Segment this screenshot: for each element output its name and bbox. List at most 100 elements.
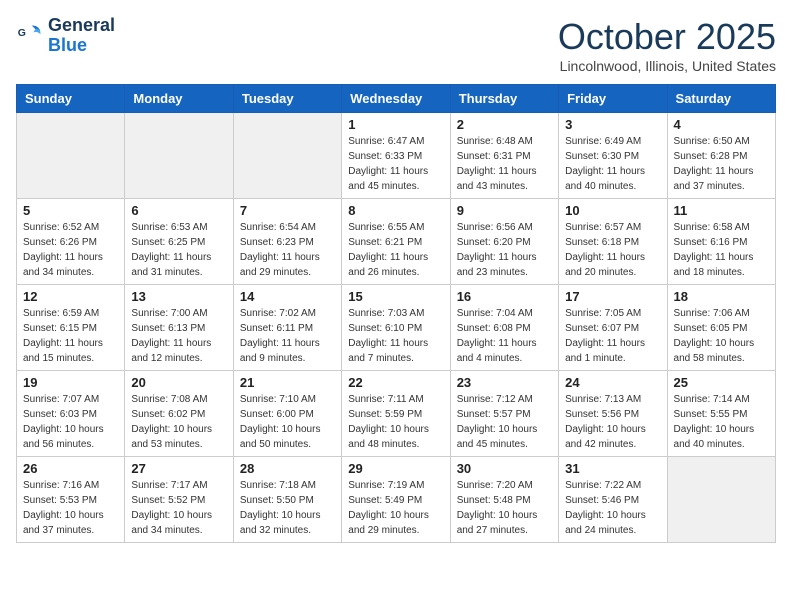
weekday-header: Saturday — [667, 85, 775, 113]
page-header: G General Blue October 2025 Lincolnwood,… — [16, 16, 776, 74]
calendar-cell: 11Sunrise: 6:58 AM Sunset: 6:16 PM Dayli… — [667, 199, 775, 285]
day-number: 22 — [348, 375, 443, 390]
calendar-week-row: 1Sunrise: 6:47 AM Sunset: 6:33 PM Daylig… — [17, 113, 776, 199]
calendar-cell: 1Sunrise: 6:47 AM Sunset: 6:33 PM Daylig… — [342, 113, 450, 199]
day-number: 7 — [240, 203, 335, 218]
weekday-header: Monday — [125, 85, 233, 113]
calendar-cell: 18 Sunrise: 7:06 AM Sunset: 6:05 PM Dayli… — [667, 285, 775, 371]
calendar-cell: 5Sunrise: 6:52 AM Sunset: 6:26 PM Daylig… — [17, 199, 125, 285]
calendar-cell: 30Sunrise: 7:20 AM Sunset: 5:48 PM Dayli… — [450, 457, 558, 543]
title-block: October 2025 Lincolnwood, Illinois, Unit… — [558, 16, 776, 74]
day-info: Sunrise: 7:18 AM Sunset: 5:50 PM Dayligh… — [240, 478, 335, 538]
calendar-week-row: 12Sunrise: 6:59 AM Sunset: 6:15 PM Dayli… — [17, 285, 776, 371]
calendar-cell: 15 Sunrise: 7:03 AM Sunset: 6:10 PM Dayli… — [342, 285, 450, 371]
day-number: 30 — [457, 461, 552, 476]
day-info: Sunrise: 7:07 AM Sunset: 6:03 PM Dayligh… — [23, 392, 118, 452]
day-number: 24 — [565, 375, 660, 390]
calendar-cell: 13 Sunrise: 7:00 AM Sunset: 6:13 PM Dayli… — [125, 285, 233, 371]
calendar-cell: 14 Sunrise: 7:02 AM Sunset: 6:11 PM Dayli… — [233, 285, 341, 371]
day-number: 23 — [457, 375, 552, 390]
month-title: October 2025 — [558, 16, 776, 58]
day-info: Sunrise: 6:53 AM Sunset: 6:25 PM Dayligh… — [131, 220, 226, 280]
day-info: Sunrise: 7:16 AM Sunset: 5:53 PM Dayligh… — [23, 478, 118, 538]
calendar-cell: 16 Sunrise: 7:04 AM Sunset: 6:08 PM Dayli… — [450, 285, 558, 371]
calendar-cell: 22 Sunrise: 7:11 AM Sunset: 5:59 PM Dayli… — [342, 371, 450, 457]
day-info: Sunrise: 7:05 AM Sunset: 6:07 PM Dayligh… — [565, 306, 660, 366]
day-info: Sunrise: 7:22 AM Sunset: 5:46 PM Dayligh… — [565, 478, 660, 538]
calendar-cell: 29 Sunrise: 7:19 AM Sunset: 5:49 PM Dayli… — [342, 457, 450, 543]
calendar-cell: 7 Sunrise: 6:54 AM Sunset: 6:23 PM Daylig… — [233, 199, 341, 285]
day-number: 1 — [348, 117, 443, 132]
weekday-header: Friday — [559, 85, 667, 113]
calendar-cell: 28Sunrise: 7:18 AM Sunset: 5:50 PM Dayli… — [233, 457, 341, 543]
calendar-week-row: 19 Sunrise: 7:07 AM Sunset: 6:03 PM Dayli… — [17, 371, 776, 457]
day-number: 20 — [131, 375, 226, 390]
day-info: Sunrise: 7:11 AM Sunset: 5:59 PM Dayligh… — [348, 392, 443, 452]
calendar-table: SundayMondayTuesdayWednesdayThursdayFrid… — [16, 84, 776, 543]
day-number: 25 — [674, 375, 769, 390]
day-number: 11 — [674, 203, 769, 218]
calendar-cell: 6 Sunrise: 6:53 AM Sunset: 6:25 PM Daylig… — [125, 199, 233, 285]
day-number: 3 — [565, 117, 660, 132]
calendar-cell: 26 Sunrise: 7:16 AM Sunset: 5:53 PM Dayli… — [17, 457, 125, 543]
day-number: 6 — [131, 203, 226, 218]
calendar-cell: 19 Sunrise: 7:07 AM Sunset: 6:03 PM Dayli… — [17, 371, 125, 457]
calendar-cell: 3Sunrise: 6:49 AM Sunset: 6:30 PM Daylig… — [559, 113, 667, 199]
calendar-cell: 24Sunrise: 7:13 AM Sunset: 5:56 PM Dayli… — [559, 371, 667, 457]
calendar-cell: 31 Sunrise: 7:22 AM Sunset: 5:46 PM Dayli… — [559, 457, 667, 543]
day-number: 19 — [23, 375, 118, 390]
day-number: 8 — [348, 203, 443, 218]
day-number: 29 — [348, 461, 443, 476]
calendar-cell — [17, 113, 125, 199]
day-number: 2 — [457, 117, 552, 132]
day-info: Sunrise: 7:10 AM Sunset: 6:00 PM Dayligh… — [240, 392, 335, 452]
calendar-cell: 17 Sunrise: 7:05 AM Sunset: 6:07 PM Dayli… — [559, 285, 667, 371]
logo: G General Blue — [16, 16, 115, 56]
weekday-header: Wednesday — [342, 85, 450, 113]
day-info: Sunrise: 7:04 AM Sunset: 6:08 PM Dayligh… — [457, 306, 552, 366]
calendar-cell: 20 Sunrise: 7:08 AM Sunset: 6:02 PM Dayli… — [125, 371, 233, 457]
day-number: 10 — [565, 203, 660, 218]
location: Lincolnwood, Illinois, United States — [558, 58, 776, 74]
calendar-cell: 21 Sunrise: 7:10 AM Sunset: 6:00 PM Dayli… — [233, 371, 341, 457]
day-info: Sunrise: 7:03 AM Sunset: 6:10 PM Dayligh… — [348, 306, 443, 366]
weekday-header: Thursday — [450, 85, 558, 113]
day-number: 15 — [348, 289, 443, 304]
calendar-cell — [233, 113, 341, 199]
day-info: Sunrise: 7:17 AM Sunset: 5:52 PM Dayligh… — [131, 478, 226, 538]
day-info: Sunrise: 7:02 AM Sunset: 6:11 PM Dayligh… — [240, 306, 335, 366]
day-info: Sunrise: 7:12 AM Sunset: 5:57 PM Dayligh… — [457, 392, 552, 452]
day-number: 17 — [565, 289, 660, 304]
day-info: Sunrise: 6:56 AM Sunset: 6:20 PM Dayligh… — [457, 220, 552, 280]
day-number: 14 — [240, 289, 335, 304]
day-info: Sunrise: 6:59 AM Sunset: 6:15 PM Dayligh… — [23, 306, 118, 366]
day-info: Sunrise: 7:00 AM Sunset: 6:13 PM Dayligh… — [131, 306, 226, 366]
day-number: 4 — [674, 117, 769, 132]
calendar-cell: 2 Sunrise: 6:48 AM Sunset: 6:31 PM Daylig… — [450, 113, 558, 199]
calendar-week-row: 26 Sunrise: 7:16 AM Sunset: 5:53 PM Dayli… — [17, 457, 776, 543]
day-info: Sunrise: 6:50 AM Sunset: 6:28 PM Dayligh… — [674, 134, 769, 194]
day-info: Sunrise: 6:48 AM Sunset: 6:31 PM Dayligh… — [457, 134, 552, 194]
calendar-cell — [125, 113, 233, 199]
day-info: Sunrise: 7:08 AM Sunset: 6:02 PM Dayligh… — [131, 392, 226, 452]
calendar-cell: 8 Sunrise: 6:55 AM Sunset: 6:21 PM Daylig… — [342, 199, 450, 285]
day-number: 31 — [565, 461, 660, 476]
weekday-header: Tuesday — [233, 85, 341, 113]
calendar-cell — [667, 457, 775, 543]
day-info: Sunrise: 6:54 AM Sunset: 6:23 PM Dayligh… — [240, 220, 335, 280]
day-info: Sunrise: 7:06 AM Sunset: 6:05 PM Dayligh… — [674, 306, 769, 366]
calendar-cell: 25Sunrise: 7:14 AM Sunset: 5:55 PM Dayli… — [667, 371, 775, 457]
day-number: 21 — [240, 375, 335, 390]
day-number: 16 — [457, 289, 552, 304]
day-info: Sunrise: 6:55 AM Sunset: 6:21 PM Dayligh… — [348, 220, 443, 280]
day-number: 26 — [23, 461, 118, 476]
day-number: 9 — [457, 203, 552, 218]
day-number: 13 — [131, 289, 226, 304]
day-info: Sunrise: 7:19 AM Sunset: 5:49 PM Dayligh… — [348, 478, 443, 538]
logo-text: General Blue — [48, 16, 115, 56]
day-number: 27 — [131, 461, 226, 476]
calendar-cell: 9 Sunrise: 6:56 AM Sunset: 6:20 PM Daylig… — [450, 199, 558, 285]
day-number: 18 — [674, 289, 769, 304]
weekday-header: Sunday — [17, 85, 125, 113]
svg-text:G: G — [18, 27, 26, 39]
